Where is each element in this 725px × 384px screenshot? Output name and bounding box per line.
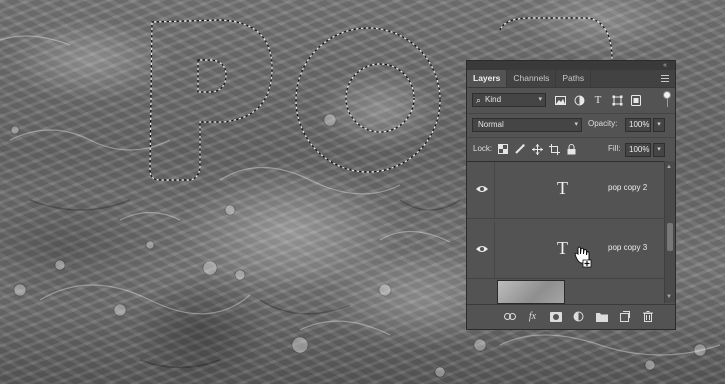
adjustment-layer-icon[interactable]	[572, 310, 585, 323]
layer-divider	[494, 222, 495, 278]
panel-footer: fx	[467, 304, 675, 329]
panel-title-bar[interactable]: «	[467, 61, 675, 70]
filter-toggle-track	[667, 98, 668, 107]
scroll-up-icon[interactable]: ▲	[666, 164, 672, 170]
fill-dropdown-icon[interactable]: ▾	[653, 143, 665, 157]
visibility-eye-icon[interactable]	[475, 184, 489, 194]
type-layer-icon: T	[557, 178, 568, 198]
tab-layers[interactable]: Layers	[467, 70, 508, 87]
layer-row[interactable]: T pop copy 2	[467, 162, 665, 219]
new-layer-icon[interactable]	[618, 310, 631, 323]
scroll-thumb[interactable]	[667, 223, 673, 251]
chevron-down-icon: ▾	[574, 121, 578, 128]
blend-options-bar: Normal ▾ Opacity: 100% ▾	[467, 113, 675, 134]
opacity-label: Opacity:	[588, 119, 618, 128]
lock-transparent-pixels-icon[interactable]	[497, 143, 509, 155]
lock-all-icon[interactable]	[565, 143, 577, 155]
collapse-panel-icon[interactable]: «	[663, 61, 667, 70]
layer-filter-bar: ⌕ Kind ▾ T	[467, 89, 675, 111]
layer-thumbnail[interactable]	[497, 280, 565, 304]
chevron-down-icon: ▾	[538, 96, 542, 103]
shape-filter-icon[interactable]	[610, 93, 624, 107]
layer-divider	[494, 162, 495, 218]
scroll-down-icon[interactable]: ▼	[666, 294, 672, 300]
layers-panel: « Layers Channels Paths ⌕ Kind ▾ T Norma…	[466, 60, 676, 330]
lock-position-icon[interactable]	[531, 143, 543, 155]
layer-name[interactable]: pop copy 3	[608, 243, 647, 252]
lock-label: Lock:	[473, 144, 493, 153]
tab-channels[interactable]: Channels	[507, 70, 557, 87]
lock-artboard-icon[interactable]	[548, 143, 560, 155]
tab-paths[interactable]: Paths	[556, 70, 592, 87]
fill-field[interactable]: 100%	[625, 143, 651, 157]
layer-name[interactable]: pop copy 2	[608, 183, 647, 192]
layer-style-fx-icon[interactable]: fx	[526, 310, 539, 323]
lock-image-pixels-icon[interactable]	[514, 143, 526, 155]
opacity-dropdown-icon[interactable]: ▾	[653, 118, 665, 132]
blend-mode-value: Normal	[478, 120, 504, 129]
hand-drag-cursor-icon	[574, 246, 592, 268]
filter-kind-select[interactable]: ⌕ Kind ▾	[472, 93, 546, 107]
type-filter-icon[interactable]: T	[591, 93, 605, 107]
fill-label: Fill:	[608, 144, 621, 153]
adjustment-filter-icon[interactable]	[572, 93, 586, 107]
layer-row[interactable]: T pop copy 3	[467, 222, 665, 279]
lock-options-bar: Lock: Fill: 100% ▾	[467, 137, 675, 160]
add-mask-icon[interactable]	[549, 310, 562, 323]
type-layer-icon: T	[557, 238, 568, 258]
layers-list[interactable]: T pop copy 2 T pop copy 3	[467, 161, 675, 304]
delete-layer-trash-icon[interactable]	[641, 310, 654, 323]
visibility-eye-icon[interactable]	[475, 244, 489, 254]
link-layers-icon[interactable]	[503, 310, 516, 323]
search-icon: ⌕	[476, 95, 482, 105]
new-group-folder-icon[interactable]	[595, 310, 608, 323]
smart-object-filter-icon[interactable]	[629, 93, 643, 107]
panel-menu-icon[interactable]	[661, 75, 669, 82]
blend-mode-select[interactable]: Normal ▾	[472, 118, 582, 132]
layers-scrollbar[interactable]: ▲ ▼	[664, 161, 675, 303]
image-filter-icon[interactable]	[553, 93, 567, 107]
filter-kind-label: Kind	[485, 95, 502, 104]
opacity-field[interactable]: 100%	[625, 118, 651, 132]
panel-tabs: Layers Channels Paths	[467, 70, 675, 88]
